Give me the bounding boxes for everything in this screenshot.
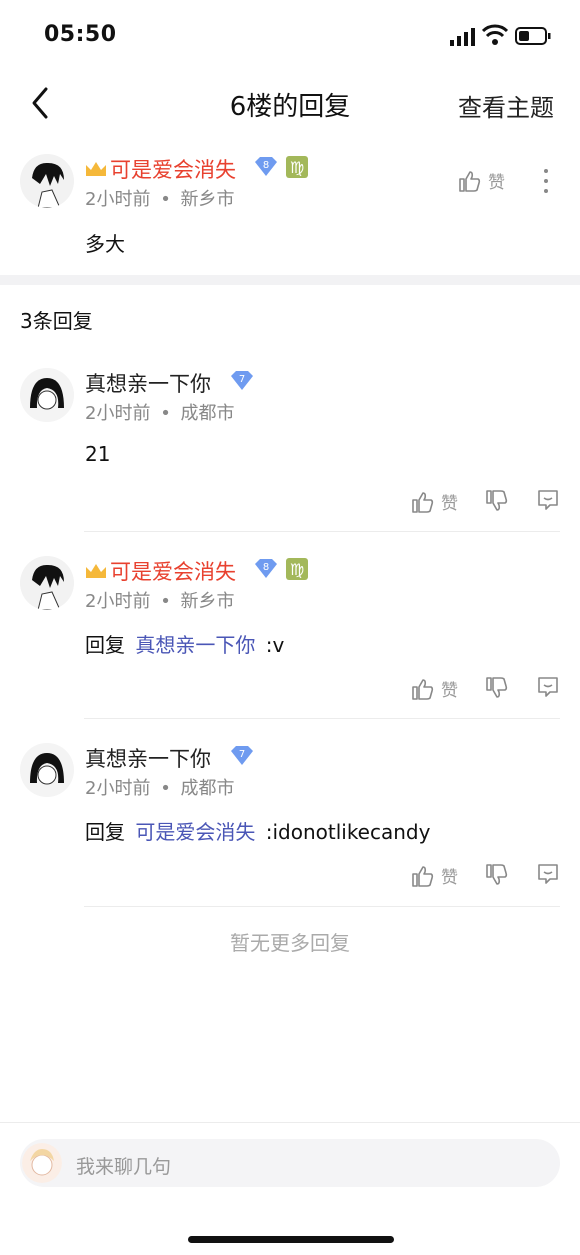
vip-crown-icon bbox=[85, 160, 107, 178]
level-number: 8 bbox=[263, 160, 269, 171]
avatar[interactable] bbox=[20, 154, 74, 208]
level-badge-icon: 7 bbox=[229, 745, 253, 765]
thumb-up-icon bbox=[412, 678, 434, 700]
level-badge-icon: 8 bbox=[253, 558, 277, 578]
level-badge-icon: 7 bbox=[229, 370, 253, 390]
meta-dot: • bbox=[160, 778, 171, 799]
wifi-icon bbox=[482, 24, 508, 46]
like-button[interactable]: 赞 bbox=[411, 863, 458, 888]
status-time: 05:50 bbox=[44, 22, 117, 47]
meta-dot: • bbox=[160, 591, 171, 612]
reply-separator bbox=[84, 906, 560, 907]
composer-divider bbox=[0, 1122, 580, 1123]
level-number: 8 bbox=[263, 562, 269, 573]
like-label: 赞 bbox=[441, 494, 458, 514]
comment-time: 2小时前 bbox=[85, 591, 151, 612]
replies-count: 3条回复 bbox=[20, 309, 93, 333]
like-label: 赞 bbox=[441, 681, 458, 701]
like-label: 赞 bbox=[488, 173, 505, 193]
no-more-replies: 暂无更多回复 bbox=[230, 931, 350, 955]
comment-bubble-icon[interactable] bbox=[536, 675, 560, 699]
vip-crown-icon bbox=[85, 562, 107, 580]
thumb-up-icon bbox=[412, 491, 434, 513]
reply-separator bbox=[84, 531, 560, 532]
cellular-signal-icon bbox=[450, 28, 476, 46]
reply-prefix: 回复 bbox=[85, 633, 125, 657]
comment-time: 2小时前 bbox=[85, 403, 151, 424]
home-indicator bbox=[188, 1236, 394, 1243]
thumb-up-icon bbox=[459, 170, 481, 192]
reply-text: :idonotlikecandy bbox=[265, 820, 431, 844]
level-number: 7 bbox=[239, 749, 245, 760]
avatar bbox=[22, 1143, 62, 1183]
username[interactable]: 可是爱会消失 bbox=[110, 154, 236, 184]
reply-text: :v bbox=[265, 633, 285, 657]
zodiac-virgo-icon: ♍ bbox=[286, 156, 308, 178]
avatar[interactable] bbox=[20, 556, 74, 610]
comment-location: 新乡市 bbox=[180, 591, 235, 612]
reply-target-link[interactable]: 真想亲一下你 bbox=[135, 633, 255, 657]
reply-target-link[interactable]: 可是爱会消失 bbox=[135, 820, 255, 844]
reply-content: 回复 可是爱会消失 :idonotlikecandy bbox=[85, 816, 430, 845]
battery-icon bbox=[515, 27, 551, 45]
comment-content: 多大 bbox=[85, 232, 125, 256]
comment-location: 成都市 bbox=[180, 778, 235, 799]
like-button[interactable]: 赞 bbox=[411, 489, 458, 514]
section-divider bbox=[0, 275, 580, 285]
username[interactable]: 真想亲一下你 bbox=[85, 743, 211, 773]
avatar[interactable] bbox=[20, 368, 74, 422]
view-topic-link[interactable]: 查看主题 bbox=[458, 88, 554, 123]
thumb-up-icon bbox=[412, 865, 434, 887]
thumb-down-icon[interactable] bbox=[485, 489, 509, 513]
meta-dot: • bbox=[160, 403, 171, 424]
like-button[interactable]: 赞 bbox=[411, 676, 458, 701]
comment-location: 新乡市 bbox=[180, 189, 235, 210]
comment-location: 成都市 bbox=[180, 403, 235, 424]
like-label: 赞 bbox=[441, 868, 458, 888]
comment-meta: 2小时前 • 新乡市 bbox=[85, 185, 235, 211]
reply-content: 回复 真想亲一下你 :v bbox=[85, 629, 284, 658]
level-badge-icon: 8 bbox=[253, 156, 277, 176]
thumb-down-icon[interactable] bbox=[485, 676, 509, 700]
comment-input-placeholder: 我来聊几句 bbox=[76, 1156, 172, 1178]
like-button[interactable]: 赞 bbox=[458, 168, 505, 193]
reply-content: 21 bbox=[85, 442, 111, 466]
comment-bubble-icon[interactable] bbox=[536, 488, 560, 512]
more-vertical-icon[interactable] bbox=[541, 168, 551, 194]
avatar[interactable] bbox=[20, 743, 74, 797]
comment-time: 2小时前 bbox=[85, 189, 151, 210]
comment-meta: 2小时前 • 成都市 bbox=[85, 399, 235, 425]
username[interactable]: 可是爱会消失 bbox=[110, 556, 236, 586]
zodiac-virgo-icon: ♍ bbox=[286, 558, 308, 580]
meta-dot: • bbox=[160, 189, 171, 210]
comment-bubble-icon[interactable] bbox=[536, 862, 560, 886]
comment-meta: 2小时前 • 新乡市 bbox=[85, 587, 235, 613]
level-number: 7 bbox=[239, 374, 245, 385]
reply-prefix: 回复 bbox=[85, 820, 125, 844]
thumb-down-icon[interactable] bbox=[485, 863, 509, 887]
username[interactable]: 真想亲一下你 bbox=[85, 368, 211, 398]
comment-meta: 2小时前 • 成都市 bbox=[85, 774, 235, 800]
reply-separator bbox=[84, 718, 560, 719]
comment-time: 2小时前 bbox=[85, 778, 151, 799]
